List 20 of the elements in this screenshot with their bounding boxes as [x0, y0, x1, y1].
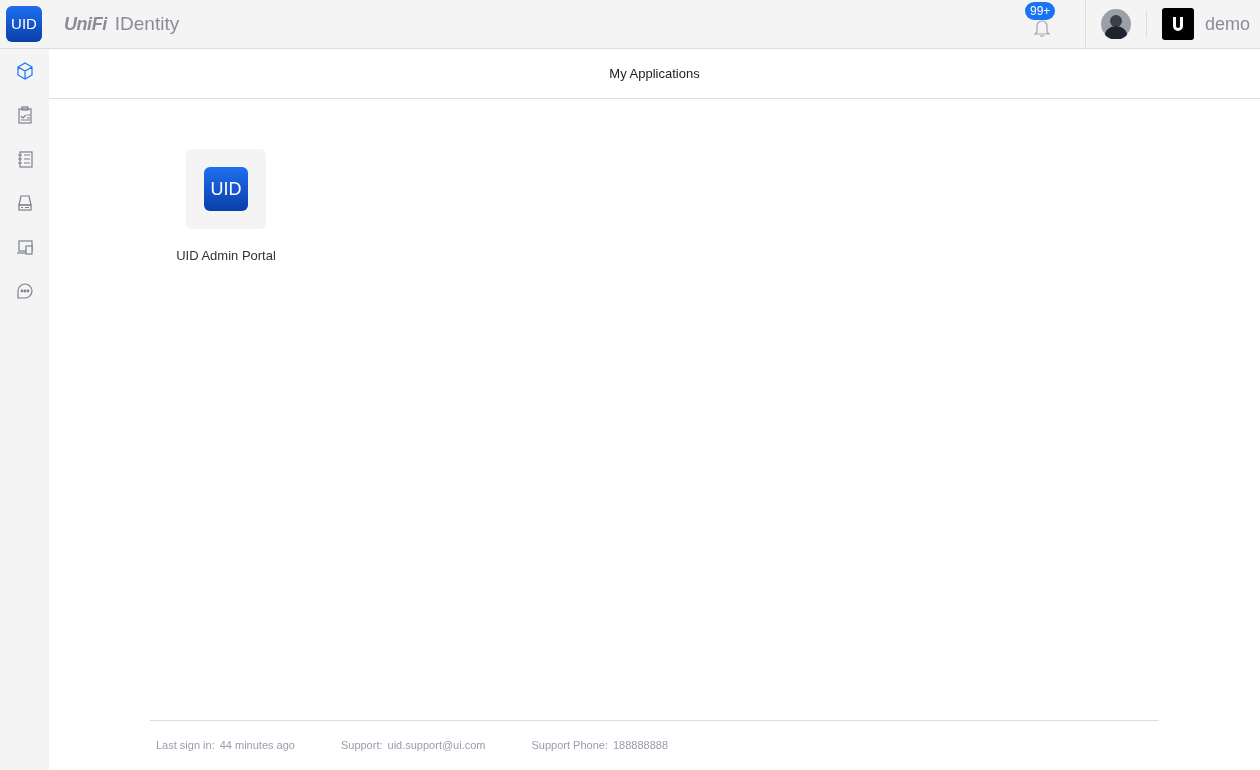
notification-badge: 99+: [1024, 2, 1056, 20]
u-logo-icon: [1161, 8, 1194, 40]
bell-icon[interactable]: [1032, 18, 1051, 38]
product-name: IDentity: [114, 11, 180, 36]
devices-icon[interactable]: [14, 237, 35, 257]
footer-value: 188888888: [612, 738, 669, 754]
app-logo[interactable]: UID: [6, 6, 42, 42]
footer-label: Support Phone:: [531, 738, 608, 754]
footer-value: uid.support@ui.com: [387, 738, 486, 754]
avatar[interactable]: [1100, 9, 1131, 39]
footer-value: 44 minutes ago: [219, 738, 295, 754]
app-name[interactable]: UID Admin Portal: [176, 246, 276, 266]
app-tile[interactable]: UID: [186, 149, 266, 229]
page-title: My Applications: [609, 64, 700, 83]
footer-label: Last sign in:: [156, 738, 215, 754]
footer-label: Support:: [340, 738, 383, 754]
cube-icon[interactable]: [14, 61, 35, 81]
brand-name: UniFi: [64, 12, 107, 36]
app-icon: UID: [204, 167, 248, 211]
chat-icon[interactable]: [14, 281, 35, 301]
